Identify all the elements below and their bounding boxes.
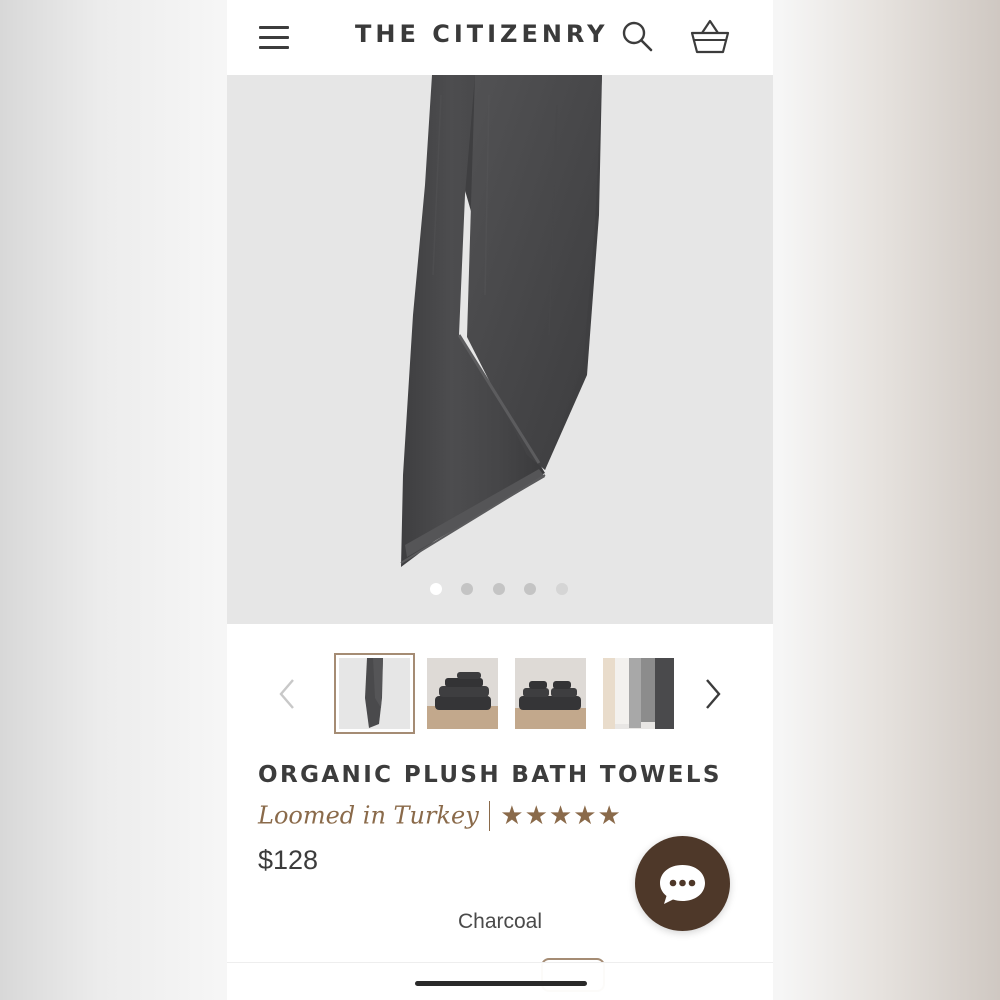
chat-bubble-icon	[660, 865, 705, 904]
chevron-right-icon	[706, 679, 721, 709]
brand-logo[interactable]: THE CITIZENRY	[355, 20, 608, 48]
menu-button[interactable]	[257, 22, 291, 52]
search-icon	[622, 21, 653, 52]
home-indicator[interactable]	[415, 981, 587, 986]
towel-thumbnail-image	[339, 658, 410, 729]
thumbnail-3[interactable]	[515, 658, 586, 729]
thumbnail-4[interactable]	[603, 658, 674, 729]
product-origin: Loomed in Turkey	[258, 801, 479, 830]
carousel-dot[interactable]	[430, 583, 442, 595]
product-image	[400, 75, 602, 567]
search-button[interactable]	[621, 20, 655, 54]
top-nav-bar: THE CITIZENRY	[227, 0, 773, 76]
chevron-left-icon	[279, 679, 294, 709]
phone-screen: THE CITIZENRY ORGANIC PLUSH BATH TOWELS …	[227, 0, 773, 1000]
towel-colors-thumbnail-image	[603, 658, 674, 729]
thumbnail-next-button[interactable]	[699, 674, 725, 714]
thumbnail-1[interactable]	[334, 653, 415, 734]
product-title: ORGANIC PLUSH BATH TOWELS	[258, 762, 722, 788]
carousel-dot[interactable]	[493, 583, 505, 595]
product-image-carousel[interactable]	[227, 75, 773, 624]
bottom-bar	[227, 962, 773, 1000]
thumbnail-2[interactable]	[427, 658, 498, 729]
carousel-dot[interactable]	[461, 583, 473, 595]
carousel-dot[interactable]	[524, 583, 536, 595]
carousel-dot[interactable]	[556, 583, 568, 595]
thumbnail-strip	[227, 650, 773, 738]
product-price: $128	[258, 845, 319, 875]
hamburger-menu-icon	[259, 26, 289, 29]
chat-button[interactable]	[635, 836, 730, 931]
cart-button[interactable]	[689, 18, 731, 56]
towel-set-thumbnail-image	[515, 658, 586, 729]
divider	[488, 800, 491, 831]
rating-stars[interactable]: ★★★★★	[500, 800, 622, 831]
towel-stack-thumbnail-image	[427, 658, 498, 729]
basket-icon	[690, 19, 730, 54]
thumbnail-prev-button[interactable]	[275, 674, 301, 714]
product-subline: Loomed in Turkey ★★★★★	[258, 800, 622, 836]
